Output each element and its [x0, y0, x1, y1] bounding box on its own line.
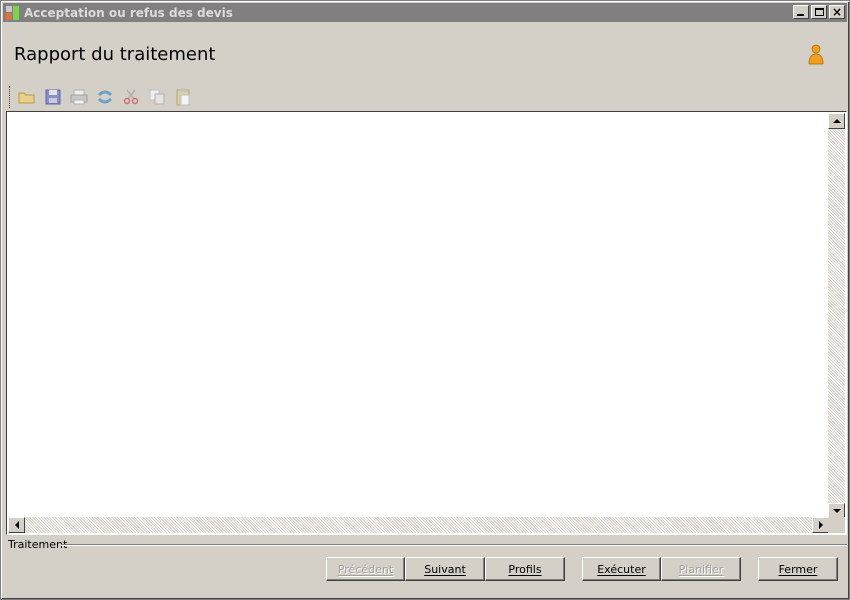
- copy-icon[interactable]: [147, 87, 167, 107]
- executer-button[interactable]: Exécuter: [582, 557, 661, 581]
- maximize-icon: [815, 8, 824, 16]
- planifier-label: Planifier: [678, 562, 724, 576]
- status-divider: [61, 544, 847, 546]
- refresh-icon[interactable]: [95, 87, 115, 107]
- user-icon: [808, 44, 824, 65]
- scroll-up-button[interactable]: [828, 113, 845, 129]
- scroll-left-button[interactable]: [8, 517, 25, 533]
- arrow-right-icon: [818, 521, 823, 529]
- executer-label: Exécuter: [597, 562, 646, 576]
- scrollbar-corner: [828, 517, 845, 533]
- profils-label: Profils: [508, 562, 542, 576]
- toolbar-grip[interactable]: [9, 86, 12, 108]
- title-bar[interactable]: Acceptation ou refus des devis ×: [3, 3, 847, 22]
- report-textarea[interactable]: [6, 111, 847, 535]
- close-button[interactable]: ×: [829, 5, 845, 19]
- page-title: Rapport du traitement: [14, 44, 216, 65]
- precedent-button[interactable]: Précédent: [326, 557, 405, 581]
- print-icon[interactable]: [69, 87, 89, 107]
- close-icon: ×: [831, 5, 843, 19]
- toolbar: [9, 85, 199, 109]
- window-controls: ×: [793, 5, 845, 19]
- maximize-button[interactable]: [811, 5, 827, 19]
- profils-button[interactable]: Profils: [485, 557, 565, 581]
- minimize-button[interactable]: [793, 5, 809, 19]
- precedent-label: Précédent: [337, 562, 394, 576]
- window-title: Acceptation ou refus des devis: [24, 5, 233, 20]
- save-icon[interactable]: [43, 87, 63, 107]
- suivant-button[interactable]: Suivant: [405, 557, 485, 581]
- minimize-icon: [797, 14, 804, 16]
- horizontal-scrollbar[interactable]: [8, 517, 829, 533]
- arrow-up-icon: [832, 119, 841, 123]
- scroll-right-button[interactable]: [812, 517, 829, 533]
- arrow-down-icon: [832, 509, 841, 513]
- planifier-button[interactable]: Planifier: [661, 557, 741, 581]
- suivant-label: Suivant: [424, 562, 466, 576]
- paste-icon[interactable]: [173, 87, 193, 107]
- cut-icon[interactable]: [121, 87, 141, 107]
- fermer-button[interactable]: Fermer: [758, 557, 838, 581]
- fermer-label: Fermer: [778, 562, 818, 576]
- open-folder-icon[interactable]: [17, 87, 37, 107]
- vertical-scrollbar[interactable]: [828, 113, 845, 519]
- main-window: Acceptation ou refus des devis × Rapport…: [0, 0, 850, 600]
- status-label: Traitement: [8, 538, 68, 551]
- arrow-left-icon: [14, 521, 19, 529]
- app-icon: [5, 5, 21, 21]
